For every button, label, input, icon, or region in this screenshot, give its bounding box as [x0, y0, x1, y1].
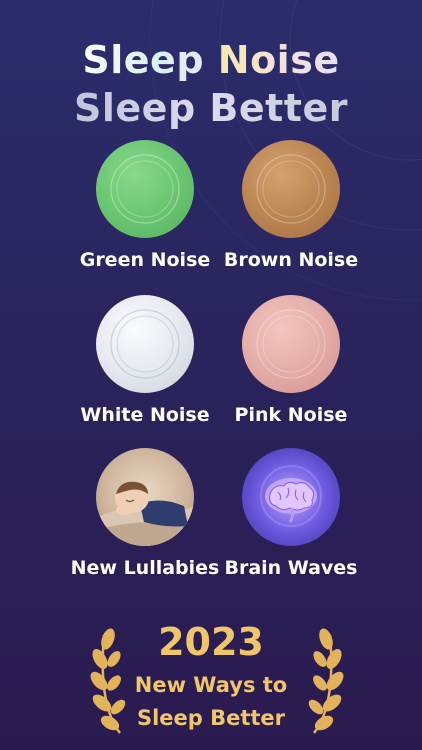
sound-tile-green-noise[interactable]: Green Noise: [60, 140, 230, 272]
sleeping-baby-image-icon[interactable]: [96, 448, 194, 546]
sound-tile-brain-waves[interactable]: Brain Waves: [206, 448, 376, 580]
sound-label-green-noise[interactable]: Green Noise: [60, 248, 230, 272]
brain-image-icon[interactable]: [242, 448, 340, 546]
headline-sleep-better: Sleep Better: [74, 86, 348, 130]
sound-tile-pink-noise[interactable]: Pink Noise: [206, 295, 376, 427]
award-line-2: Sleep Better: [136, 706, 286, 730]
sound-label-brain-waves[interactable]: Brain Waves: [206, 556, 376, 580]
award-line-1: New Ways to: [134, 673, 288, 697]
award-badge: 2023 New Ways to Sleep Better: [0, 615, 422, 745]
sound-tile-white-noise[interactable]: White Noise: [60, 295, 230, 427]
white-noise-circle-icon[interactable]: [96, 295, 194, 393]
headline-line-1: Sleep Noise: [0, 36, 422, 84]
headline-word-noise: Noise: [217, 38, 340, 82]
sound-tile-new-lullabies[interactable]: New Lullabies: [60, 448, 230, 580]
pink-noise-circle-icon[interactable]: [242, 295, 340, 393]
brown-noise-circle-icon[interactable]: [242, 140, 340, 238]
sound-label-white-noise[interactable]: White Noise: [60, 403, 230, 427]
green-noise-circle-icon[interactable]: [96, 140, 194, 238]
laurel-right-icon: [308, 628, 344, 734]
sound-label-new-lullabies[interactable]: New Lullabies: [60, 556, 230, 580]
sound-tile-brown-noise[interactable]: Brown Noise: [206, 140, 376, 272]
headline-word-sleep: Sleep: [82, 38, 205, 82]
award-year: 2023: [158, 620, 264, 664]
headline-line-2: Sleep Better: [0, 84, 422, 132]
sound-label-brown-noise[interactable]: Brown Noise: [206, 248, 376, 272]
sound-label-pink-noise[interactable]: Pink Noise: [206, 403, 376, 427]
